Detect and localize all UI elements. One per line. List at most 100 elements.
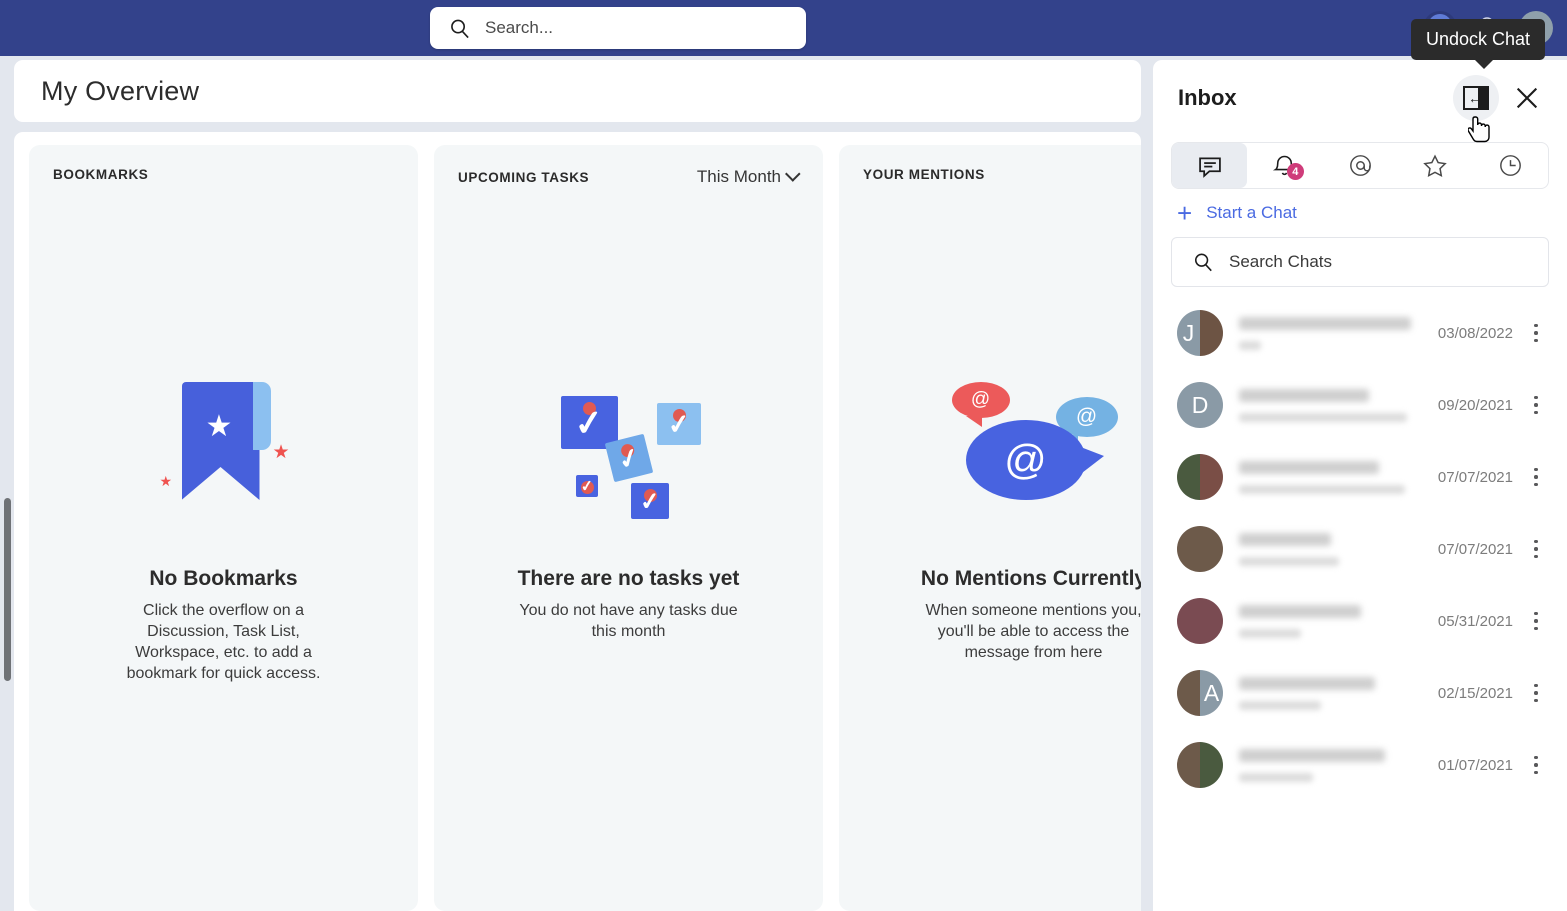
- undock-chat-tooltip: Undock Chat: [1411, 19, 1546, 69]
- card-header: BOOKMARKS: [53, 167, 394, 191]
- chat-preview: [1239, 676, 1430, 710]
- chat-name: [1239, 604, 1361, 618]
- card-header: YOUR MENTIONS: [863, 167, 1141, 191]
- mentions-empty-state: @ @ @ No Mentions Currently When someone…: [839, 370, 1141, 663]
- empty-title: No Bookmarks: [149, 567, 298, 590]
- page-scrollbar-thumb[interactable]: [4, 498, 11, 681]
- chat-overflow-button[interactable]: [1523, 395, 1549, 415]
- main-content: My Overview: [14, 60, 1141, 122]
- mouse-cursor: [1467, 115, 1494, 152]
- page-title-card: My Overview: [14, 60, 1141, 122]
- task-notes-icon: ✓ ✓ ✓ ✓ ✓: [499, 370, 759, 545]
- search-input[interactable]: Search...: [485, 18, 553, 38]
- chat-preview: [1239, 748, 1430, 782]
- tasks-period-value: This Month: [696, 167, 781, 186]
- chat-avatar: [1177, 742, 1223, 788]
- chat-overflow-button[interactable]: [1523, 539, 1549, 559]
- tab-mentions[interactable]: [1322, 143, 1397, 188]
- tasks-period-dropdown[interactable]: This Month: [696, 165, 801, 187]
- close-icon: [1516, 87, 1538, 109]
- chat-name: [1239, 532, 1331, 546]
- chat-avatar: A: [1177, 670, 1223, 716]
- search-chats-field[interactable]: Search Chats: [1171, 237, 1549, 287]
- chat-date: 07/07/2021: [1437, 540, 1513, 558]
- chat-preview: [1239, 460, 1430, 494]
- empty-subtitle: Click the overflow on a Discussion, Task…: [126, 602, 321, 682]
- chat-bubble-icon: [1198, 157, 1221, 178]
- tasks-empty-state: ✓ ✓ ✓ ✓ ✓ There are no tasks yet You do …: [434, 370, 823, 642]
- search-icon: [1192, 251, 1214, 273]
- chat-avatar: D: [1177, 382, 1223, 428]
- chat-last-message: [1239, 412, 1407, 422]
- start-chat-label: Start a Chat: [1206, 203, 1297, 222]
- at-icon: [1349, 155, 1371, 176]
- notifications-badge: 4: [1286, 163, 1304, 180]
- tab-starred[interactable]: [1398, 143, 1473, 188]
- card-title: YOUR MENTIONS: [863, 167, 985, 182]
- upcoming-tasks-card: UPCOMING TASKS This Month ✓ ✓ ✓ ✓ ✓ Ther…: [434, 145, 823, 911]
- close-inbox-button[interactable]: [1505, 76, 1549, 120]
- chat-overflow-button[interactable]: [1523, 467, 1549, 487]
- chat-last-message: [1239, 628, 1301, 638]
- bookmarks-empty-state: ★ ★ ★ No Bookmarks Click the overflow on…: [29, 370, 418, 684]
- chat-preview: [1239, 604, 1430, 638]
- chat-preview: [1239, 316, 1430, 350]
- chat-list-item[interactable]: 07/07/2021: [1153, 513, 1567, 585]
- chat-avatar: J: [1177, 310, 1223, 356]
- chat-name: [1239, 460, 1379, 474]
- empty-title: No Mentions Currently: [920, 567, 1141, 590]
- chat-date: 09/20/2021: [1437, 396, 1513, 414]
- bookmarks-card: BOOKMARKS ★ ★ ★ No Bookmarks Click the o…: [29, 145, 418, 911]
- bookmark-ribbon-icon: ★ ★ ★: [94, 370, 354, 545]
- chat-date: 03/08/2022: [1437, 324, 1513, 342]
- chat-last-message: [1239, 340, 1261, 350]
- chat-preview: [1239, 532, 1430, 566]
- top-bar: Search...: [0, 0, 1567, 56]
- clock-icon: [1499, 155, 1521, 176]
- global-search[interactable]: Search...: [430, 7, 806, 49]
- undock-chat-icon: ←: [1463, 86, 1489, 110]
- cards-row: BOOKMARKS ★ ★ ★ No Bookmarks Click the o…: [29, 145, 1141, 911]
- page-scrollbar[interactable]: [0, 56, 14, 911]
- chat-date: 02/15/2021: [1437, 684, 1513, 702]
- chat-preview: [1239, 388, 1430, 422]
- chat-avatar: [1177, 598, 1223, 644]
- inbox-header: Inbox ←: [1153, 60, 1567, 136]
- start-a-chat-button[interactable]: + Start a Chat: [1153, 189, 1567, 235]
- your-mentions-card: YOUR MENTIONS @ @ @ No Mentions Currentl…: [839, 145, 1141, 911]
- search-icon: [448, 17, 471, 40]
- card-title: UPCOMING TASKS: [458, 170, 590, 185]
- chat-overflow-button[interactable]: [1523, 683, 1549, 703]
- chat-name: [1239, 676, 1375, 690]
- star-icon: [1423, 153, 1447, 177]
- chat-date: 01/07/2021: [1437, 756, 1513, 774]
- chat-name: [1239, 748, 1385, 762]
- card-title: BOOKMARKS: [53, 167, 149, 182]
- chat-overflow-button[interactable]: [1523, 323, 1549, 343]
- chat-avatar: [1177, 526, 1223, 572]
- chat-overflow-button[interactable]: [1523, 755, 1549, 775]
- page-title: My Overview: [41, 75, 200, 106]
- tab-chats[interactable]: [1172, 143, 1248, 188]
- chat-list-item[interactable]: 01/07/2021: [1153, 729, 1567, 801]
- mention-bubbles-icon: @ @ @: [904, 370, 1142, 545]
- search-chats-input[interactable]: Search Chats: [1229, 252, 1332, 272]
- inbox-title: Inbox: [1178, 85, 1237, 110]
- chat-last-message: [1239, 484, 1405, 494]
- chat-list-item[interactable]: J 03/08/2022: [1153, 297, 1567, 369]
- tab-notifications[interactable]: 4: [1247, 143, 1322, 188]
- chat-last-message: [1239, 700, 1321, 710]
- card-header: UPCOMING TASKS This Month: [458, 165, 801, 191]
- chat-last-message: [1239, 772, 1313, 782]
- empty-title: There are no tasks yet: [517, 567, 740, 590]
- chat-list-item[interactable]: A 02/15/2021: [1153, 657, 1567, 729]
- chat-list-item[interactable]: D 09/20/2021: [1153, 369, 1567, 441]
- chat-name: [1239, 388, 1369, 402]
- chat-date: 07/07/2021: [1437, 468, 1513, 486]
- chat-date: 05/31/2021: [1437, 612, 1513, 630]
- chat-overflow-button[interactable]: [1523, 611, 1549, 631]
- inbox-panel: Inbox ← 4 + Start a Chat Search Chats J …: [1153, 60, 1567, 911]
- empty-subtitle: When someone mentions you, you'll be abl…: [925, 602, 1141, 661]
- chat-list-item[interactable]: 07/07/2021: [1153, 441, 1567, 513]
- chat-list-item[interactable]: 05/31/2021: [1153, 585, 1567, 657]
